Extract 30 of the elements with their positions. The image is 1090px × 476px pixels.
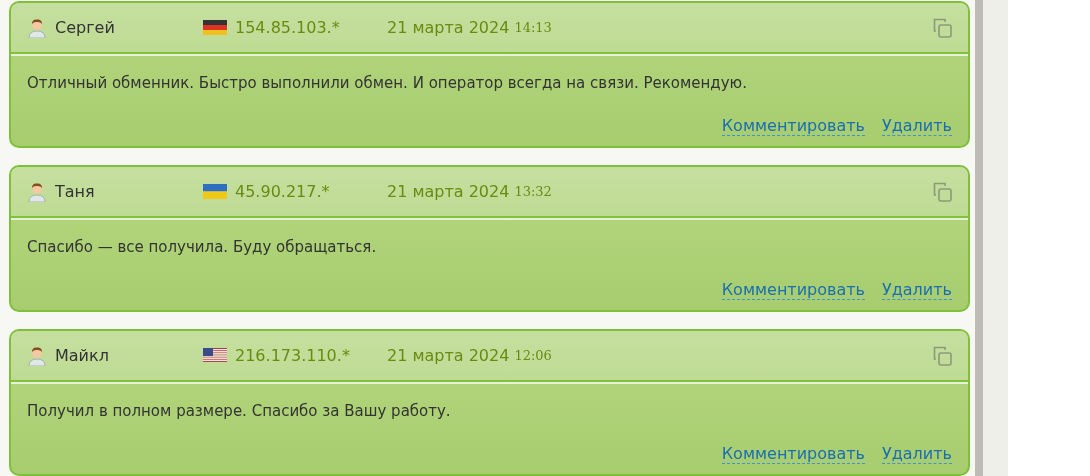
comment-link[interactable]: Комментировать	[721, 444, 865, 464]
flag-icon	[203, 20, 227, 35]
copy-icon[interactable]	[932, 180, 954, 203]
review-text: Спасибо — все получила. Буду обращаться.	[27, 238, 378, 256]
copy-icon[interactable]	[932, 16, 954, 39]
review-time: 12:06	[514, 348, 552, 363]
review-time: 14:13	[514, 20, 552, 35]
review-date: 21 марта 2024	[387, 346, 510, 365]
author-name: Таня	[55, 182, 96, 201]
flag-icon	[203, 184, 227, 199]
ip-address: 216.173.110.*	[235, 346, 351, 365]
author-name: Сергей	[55, 18, 116, 37]
author-name: Майкл	[55, 346, 110, 365]
review-date: 21 марта 2024	[387, 18, 510, 37]
comment-link[interactable]: Комментировать	[721, 280, 865, 300]
comment-link[interactable]: Комментировать	[721, 116, 865, 136]
ip-address: 154.85.103.*	[235, 18, 341, 37]
review-time: 13:32	[514, 184, 552, 199]
ip-address: 45.90.217.*	[235, 182, 331, 201]
user-icon	[27, 181, 47, 202]
review-text: Отличный обменник. Быстро выполнили обмен. И оператор всегда на связи. Рекомендую.	[27, 74, 748, 92]
review-text: Получил в полном размере. Спасибо за Вашу работу.	[27, 402, 452, 420]
copy-icon[interactable]	[932, 344, 954, 367]
delete-link[interactable]: Удалить	[882, 116, 952, 136]
delete-link[interactable]: Удалить	[882, 280, 952, 300]
user-icon	[27, 345, 47, 366]
flag-icon	[203, 348, 227, 363]
user-icon	[27, 17, 47, 38]
review-date: 21 марта 2024	[387, 182, 510, 201]
delete-link[interactable]: Удалить	[882, 444, 952, 464]
